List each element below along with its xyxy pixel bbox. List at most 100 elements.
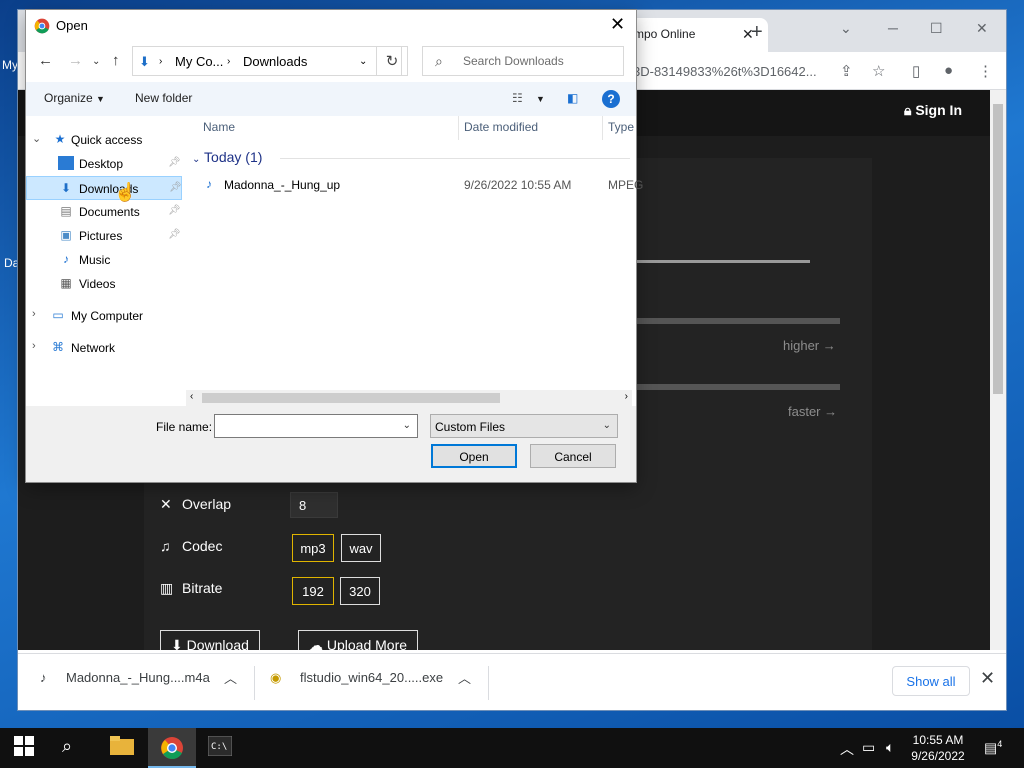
overlap-icon: ✕ [160, 496, 172, 512]
close-icon[interactable]: ✕ [610, 14, 625, 35]
sidebar-item-my-computer[interactable]: › ▭ My Computer [26, 304, 182, 328]
new-tab-button[interactable]: + [751, 22, 763, 42]
up-arrow-icon[interactable]: ↑ [112, 52, 120, 69]
chevron-right-icon[interactable]: › [32, 340, 36, 352]
group-header[interactable]: ⌄ Today (1) [192, 149, 262, 165]
breadcrumb[interactable]: ⬇ › My Co... › Downloads ⌄ [132, 46, 402, 76]
view-options-icon[interactable]: ☷ [512, 91, 523, 105]
close-downloads-icon[interactable]: ✕ [980, 668, 995, 689]
chevron-right-icon[interactable]: › [227, 56, 230, 67]
quality-slider[interactable] [630, 318, 840, 324]
new-folder-button[interactable]: New folder [135, 91, 192, 105]
sidebar-item-network[interactable]: › ⌘ Network [26, 336, 182, 360]
back-arrow-icon[interactable]: ← [38, 52, 53, 69]
caret-down-icon[interactable]: ▼ [536, 94, 545, 104]
help-icon[interactable]: ? [602, 90, 620, 108]
volume-icon[interactable]: 🔈︎ [886, 739, 894, 756]
organize-menu[interactable]: Organize ▼ [44, 91, 105, 105]
bitrate-320-button[interactable]: 320 [340, 577, 380, 605]
chevron-right-icon[interactable]: › [159, 56, 162, 67]
pin-icon: 📌︎ [168, 157, 181, 168]
browser-tab[interactable]: mpo Online ✕ [618, 18, 768, 52]
column-divider[interactable] [458, 116, 459, 140]
breadcrumb-downloads[interactable]: Downloads [243, 54, 307, 69]
cancel-button[interactable]: Cancel [530, 444, 616, 468]
file-explorer-icon[interactable] [110, 736, 134, 760]
share-icon[interactable]: ⇪ [840, 62, 853, 80]
clock-date: 9/26/2022 [911, 749, 965, 763]
breadcrumb-my-computer[interactable]: My Co... [175, 54, 223, 69]
bitrate-192-button[interactable]: 192 [292, 577, 334, 605]
preview-pane-icon[interactable]: ◧ [567, 91, 578, 105]
chevron-down-icon: ⌄ [192, 154, 201, 165]
terminal-icon[interactable]: C:\ [207, 735, 233, 760]
desktop-icon-label[interactable]: My [2, 58, 18, 72]
network-icon: ⌘ [52, 340, 64, 354]
sidebar-item-quick-access[interactable]: ⌄ ★ Quick access [26, 128, 182, 152]
download-icon: ⬇ [171, 637, 183, 650]
windows-start-icon[interactable] [14, 736, 38, 760]
recent-locations-icon[interactable]: ⌄ [92, 56, 100, 67]
chevron-up-icon[interactable]: ︿ [458, 668, 471, 687]
forward-arrow-icon[interactable]: → [68, 52, 83, 69]
show-all-button[interactable]: Show all [892, 666, 970, 696]
chevron-down-icon[interactable]: ⌄ [403, 420, 411, 431]
search-input[interactable]: ⌕ Search Downloads [422, 46, 624, 76]
scrollbar-thumb[interactable] [993, 104, 1003, 394]
column-header-date[interactable]: Date modified [464, 120, 538, 134]
horizontal-scrollbar[interactable]: ‹ › [186, 390, 632, 406]
scroll-left-icon[interactable]: ‹ [190, 391, 193, 402]
notification-icon[interactable]: ▤4 [984, 739, 1002, 757]
clock[interactable]: 10:55 AM 9/26/2022 [910, 732, 966, 764]
window-close-icon[interactable]: ✕ [976, 20, 988, 37]
scroll-right-icon[interactable]: › [625, 391, 628, 402]
star-icon: ★ [54, 132, 66, 146]
menu-dots-icon[interactable]: ⋮ [978, 62, 993, 80]
scrollbar-thumb[interactable] [202, 393, 500, 403]
sidebar-item-videos[interactable]: ▦ Videos [26, 272, 182, 296]
url-text[interactable]: 3D-83149833%26t%3D16642... [633, 64, 817, 79]
open-button[interactable]: Open [431, 444, 517, 468]
column-header-name[interactable]: Name [203, 120, 235, 134]
download-item-madonna[interactable]: Madonna_-_Hung....m4a [66, 670, 210, 685]
overlap-input[interactable]: 8 [290, 492, 338, 518]
maximize-icon[interactable]: ☐ [930, 20, 943, 37]
chevron-up-icon[interactable]: ︿ [224, 668, 237, 687]
column-header-type[interactable]: Type [608, 120, 634, 134]
download-item-flstudio[interactable]: flstudio_win64_20.....exe [300, 670, 443, 685]
minimize-icon[interactable]: ─ [888, 20, 898, 36]
bookmark-star-icon[interactable]: ☆ [872, 62, 885, 80]
sidebar-item-music[interactable]: ♪ Music [26, 248, 182, 272]
codec-label: Codec [182, 538, 223, 554]
chevron-right-icon[interactable]: › [32, 308, 36, 320]
chevron-down-icon[interactable]: ⌄ [840, 20, 852, 37]
codec-mp3-button[interactable]: mp3 [292, 534, 334, 562]
side-panel-icon[interactable]: ▯ [912, 62, 920, 80]
sidebar-item-desktop[interactable]: Desktop 📌︎ [26, 152, 182, 176]
file-name-input[interactable]: ⌄ [214, 414, 418, 438]
chrome-taskbar-button[interactable] [148, 728, 196, 768]
chevron-up-icon[interactable]: ︿ [840, 739, 854, 759]
chevron-down-icon[interactable]: ⌄ [359, 56, 367, 67]
refresh-icon[interactable]: ↻ [376, 46, 408, 76]
profile-avatar-icon[interactable]: ● [944, 62, 953, 79]
page-scrollbar[interactable] [990, 90, 1006, 650]
search-icon[interactable]: ⌕ [62, 736, 86, 760]
file-type-select[interactable]: Custom Files ⌄ [430, 414, 618, 438]
speed-slider[interactable] [630, 384, 840, 390]
codec-wav-button[interactable]: wav [341, 534, 381, 562]
sidebar-item-documents[interactable]: ▤ Documents 📌︎ [26, 200, 182, 224]
sidebar-item-pictures[interactable]: ▣ Pictures 📌︎ [26, 224, 182, 248]
upload-more-button[interactable]: ☁ Upload More [298, 630, 419, 650]
network-icon[interactable]: ▭ [862, 739, 875, 756]
music-note-icon: ♫ [160, 538, 171, 554]
sidebar-item-label: Documents [79, 205, 140, 219]
download-button[interactable]: ⬇ Download [160, 630, 260, 650]
downloads-folder-icon: ⬇ [139, 54, 150, 69]
sidebar-item-downloads[interactable]: ⬇ Downloads 📌︎ [26, 176, 182, 200]
chevron-down-icon[interactable]: ⌄ [32, 132, 41, 145]
column-divider[interactable] [602, 116, 603, 140]
download-label: Download [186, 637, 249, 650]
table-row[interactable]: ♪ Madonna_-_Hung_up 9/26/2022 10:55 AM M… [202, 174, 643, 196]
sign-in-link[interactable]: 🔒︎ Sign In [904, 102, 962, 119]
